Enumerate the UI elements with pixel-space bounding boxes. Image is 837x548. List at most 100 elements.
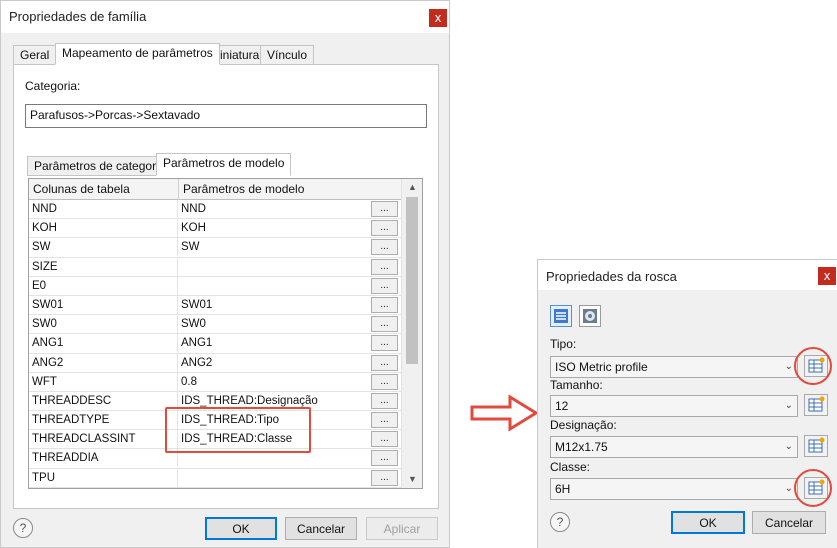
- table-column-cell[interactable]: THREADCLASSINT: [29, 430, 178, 449]
- cancel-button[interactable]: Cancelar: [285, 517, 357, 540]
- table-row[interactable]: TPU...: [29, 468, 401, 488]
- tamanho-dropdown[interactable]: 12 ⌄: [550, 395, 798, 417]
- browse-parameter-button[interactable]: ...: [371, 412, 398, 429]
- table-column-cell[interactable]: THREADTYPE: [29, 411, 178, 430]
- designacao-dropdown[interactable]: M12x1.75 ⌄: [550, 436, 798, 458]
- table-column-cell[interactable]: WFT: [29, 372, 178, 391]
- table-row[interactable]: ANG1 ANG1...: [29, 334, 401, 354]
- table-row[interactable]: SW01 SW01...: [29, 295, 401, 316]
- browse-parameter-button[interactable]: ...: [371, 335, 398, 352]
- category-field[interactable]: Parafusos->Porcas->Sextavado: [25, 104, 427, 128]
- browse-parameter-button[interactable]: ...: [371, 296, 398, 313]
- table-link-icon: [808, 396, 825, 412]
- family-dialog-close-button[interactable]: x: [429, 9, 447, 27]
- model-parameter-cell[interactable]: [178, 258, 368, 276]
- model-parameter-cell[interactable]: [178, 469, 368, 487]
- model-parameter-cell[interactable]: ANG2: [178, 354, 368, 372]
- help-icon[interactable]: ?: [13, 518, 33, 538]
- grid-vertical-scrollbar[interactable]: ▲ ▼: [401, 179, 422, 488]
- model-parameter-cell[interactable]: SW: [178, 238, 368, 256]
- thread-dialog-close-button[interactable]: x: [818, 267, 836, 285]
- highlight-circle-classe: [794, 469, 832, 507]
- thread-dialog-titlebar: Propriedades da rosca x: [538, 260, 837, 290]
- browse-parameter-button[interactable]: ...: [371, 431, 398, 448]
- subtab-parametros-de-modelo[interactable]: Parâmetros de modelo: [156, 153, 292, 176]
- browse-parameter-button[interactable]: ...: [371, 277, 398, 294]
- ok-button[interactable]: OK: [205, 517, 277, 540]
- family-dialog-title: Propriedades de família: [9, 9, 147, 24]
- family-dialog-titlebar: Propriedades de família x: [1, 1, 449, 33]
- model-parameter-cell[interactable]: 0.8: [178, 373, 368, 391]
- browse-parameter-button[interactable]: ...: [371, 450, 398, 467]
- apply-button[interactable]: Aplicar: [366, 517, 438, 540]
- browse-parameter-button[interactable]: ...: [371, 220, 398, 237]
- classe-dropdown[interactable]: 6H ⌄: [550, 478, 798, 500]
- table-row[interactable]: SW0 SW0...: [29, 315, 401, 335]
- browse-parameter-button[interactable]: ...: [371, 239, 398, 256]
- table-column-cell[interactable]: KOH: [29, 219, 178, 238]
- grid-header-table-columns: Colunas de tabela: [33, 182, 130, 196]
- table-column-cell[interactable]: SW0: [29, 315, 178, 334]
- thread-type-cosmetic-button[interactable]: [550, 305, 572, 327]
- thread-cosmetic-icon: [554, 309, 568, 323]
- designacao-table-button[interactable]: [804, 435, 828, 457]
- table-column-cell[interactable]: SW01: [29, 295, 178, 314]
- thread-type-modeled-button[interactable]: [579, 305, 601, 327]
- thread-ok-button[interactable]: OK: [671, 511, 745, 534]
- tamanho-value: 12: [555, 399, 569, 413]
- chevron-down-icon: ⌄: [784, 361, 793, 372]
- table-row[interactable]: SIZE...: [29, 257, 401, 277]
- browse-parameter-button[interactable]: ...: [371, 258, 398, 275]
- table-column-cell[interactable]: E0: [29, 276, 178, 295]
- scroll-thumb[interactable]: [406, 197, 418, 364]
- model-parameter-cell[interactable]: KOH: [178, 219, 368, 237]
- model-parameter-cell[interactable]: [178, 277, 368, 295]
- scroll-down-icon[interactable]: ▼: [402, 471, 422, 488]
- table-row[interactable]: WFT 0.8...: [29, 372, 401, 392]
- tipo-value: ISO Metric profile: [555, 360, 648, 374]
- tipo-dropdown[interactable]: ISO Metric profile ⌄: [550, 356, 798, 378]
- tipo-label: Tipo:: [550, 337, 577, 351]
- subtab-parametros-de-categoria[interactable]: Parâmetros de categoria: [27, 156, 173, 176]
- chevron-down-icon: ⌄: [784, 400, 793, 411]
- tamanho-table-button[interactable]: [804, 394, 828, 416]
- right-arrow-icon: [470, 394, 539, 432]
- table-column-cell[interactable]: NND: [29, 200, 178, 218]
- browse-parameter-button[interactable]: ...: [371, 201, 398, 217]
- table-row[interactable]: E0...: [29, 276, 401, 296]
- table-column-cell[interactable]: SIZE: [29, 257, 178, 276]
- help-icon[interactable]: ?: [550, 512, 570, 532]
- scroll-up-icon[interactable]: ▲: [402, 179, 422, 196]
- model-parameter-cell[interactable]: NND: [178, 200, 368, 218]
- model-parameter-cell[interactable]: SW01: [178, 296, 368, 314]
- browse-parameter-button[interactable]: ...: [371, 373, 398, 390]
- model-parameter-cell[interactable]: SW0: [178, 315, 368, 333]
- tab-vinculo[interactable]: Vínculo: [260, 45, 315, 65]
- table-column-cell[interactable]: THREADDESC: [29, 391, 178, 410]
- table-column-cell[interactable]: THREADDIA: [29, 449, 178, 468]
- table-column-cell[interactable]: ANG2: [29, 353, 178, 372]
- table-column-cell[interactable]: TPU: [29, 468, 178, 487]
- classe-value: 6H: [555, 482, 571, 496]
- table-column-cell[interactable]: SW: [29, 238, 178, 257]
- tab-geral[interactable]: Geral: [13, 45, 57, 65]
- browse-parameter-button[interactable]: ...: [371, 354, 398, 371]
- grid-header: Colunas de tabela Parâmetros de modelo: [29, 179, 401, 200]
- designacao-label: Designação:: [550, 418, 617, 432]
- chevron-down-icon: ⌄: [784, 441, 793, 452]
- table-link-icon: [808, 437, 825, 453]
- table-row[interactable]: KOH KOH...: [29, 219, 401, 239]
- table-row[interactable]: ANG2 ANG2...: [29, 353, 401, 373]
- table-row[interactable]: SW SW...: [29, 238, 401, 258]
- browse-parameter-button[interactable]: ...: [371, 316, 398, 333]
- classe-label: Classe:: [550, 460, 591, 474]
- table-row[interactable]: NND NND...: [29, 200, 401, 220]
- highlight-rectangle: [165, 407, 311, 453]
- thread-cancel-button[interactable]: Cancelar: [752, 511, 826, 534]
- table-column-cell[interactable]: ANG1: [29, 334, 178, 353]
- browse-parameter-button[interactable]: ...: [371, 392, 398, 409]
- model-parameter-cell[interactable]: ANG1: [178, 334, 368, 352]
- tab-mapeamento-de-parametros[interactable]: Mapeamento de parâmetros: [55, 43, 220, 65]
- browse-parameter-button[interactable]: ...: [371, 469, 398, 486]
- designacao-value: M12x1.75: [555, 440, 608, 454]
